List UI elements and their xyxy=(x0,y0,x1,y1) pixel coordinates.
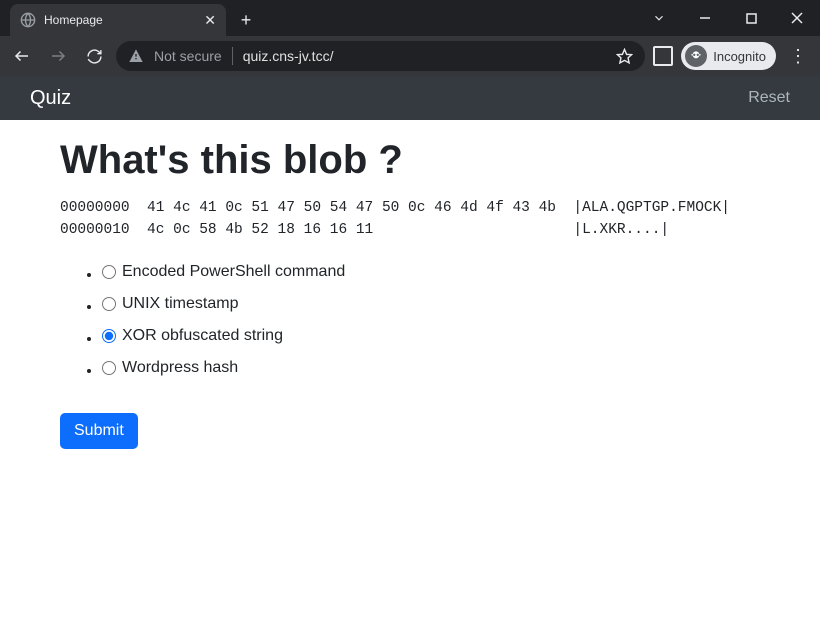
reload-button[interactable] xyxy=(80,42,108,70)
browser-tab[interactable]: Homepage ✕ xyxy=(10,4,226,36)
option-radio-3[interactable] xyxy=(102,361,116,375)
back-button[interactable] xyxy=(8,42,36,70)
browser-toolbar: Not secure quiz.cns-jv.tcc/ Incognito ⋮ xyxy=(0,36,820,76)
option-radio-2[interactable] xyxy=(102,329,116,343)
incognito-icon xyxy=(685,45,707,67)
app-navbar: Quiz Reset xyxy=(0,76,820,120)
tab-close-icon[interactable]: ✕ xyxy=(204,13,216,27)
address-bar[interactable]: Not secure quiz.cns-jv.tcc/ xyxy=(116,41,645,71)
option-label: XOR obfuscated string xyxy=(122,327,283,345)
globe-icon xyxy=(20,12,36,28)
page-content: What's this blob ? 00000000 41 4c 41 0c … xyxy=(0,120,820,467)
hex-dump: 00000000 41 4c 41 0c 51 47 50 54 47 50 0… xyxy=(60,197,760,241)
submit-button[interactable]: Submit xyxy=(60,413,138,449)
reset-link[interactable]: Reset xyxy=(748,89,790,107)
incognito-badge[interactable]: Incognito xyxy=(681,42,776,70)
toolbar-right: Incognito ⋮ xyxy=(653,42,812,70)
incognito-label: Incognito xyxy=(713,49,766,64)
separator xyxy=(232,47,233,65)
option-label: UNIX timestamp xyxy=(122,295,238,313)
option-radio-1[interactable] xyxy=(102,297,116,311)
close-window-button[interactable] xyxy=(774,0,820,36)
list-item: Wordpress hash xyxy=(102,359,760,380)
option-radio-0[interactable] xyxy=(102,265,116,279)
new-tab-button[interactable]: + xyxy=(232,6,260,34)
option-label: Encoded PowerShell command xyxy=(122,263,345,281)
not-secure-icon xyxy=(128,48,144,64)
option-label: Wordpress hash xyxy=(122,359,238,377)
extensions-icon[interactable] xyxy=(653,46,673,66)
chevron-down-icon[interactable] xyxy=(636,0,682,36)
maximize-button[interactable] xyxy=(728,0,774,36)
titlebar: Homepage ✕ + xyxy=(0,0,820,36)
minimize-button[interactable] xyxy=(682,0,728,36)
url-text: quiz.cns-jv.tcc/ xyxy=(243,48,334,64)
forward-button[interactable] xyxy=(44,42,72,70)
list-item: Encoded PowerShell command xyxy=(102,263,760,284)
tab-title: Homepage xyxy=(44,13,196,27)
not-secure-label: Not secure xyxy=(154,48,222,64)
window-controls xyxy=(636,0,820,36)
kebab-menu-icon[interactable]: ⋮ xyxy=(784,46,812,67)
list-item: UNIX timestamp xyxy=(102,295,760,316)
list-item: XOR obfuscated string xyxy=(102,327,760,348)
bookmark-icon[interactable] xyxy=(616,48,633,65)
brand-title: Quiz xyxy=(30,87,71,110)
options-list: Encoded PowerShell command UNIX timestam… xyxy=(60,263,760,380)
quiz-heading: What's this blob ? xyxy=(60,138,760,183)
